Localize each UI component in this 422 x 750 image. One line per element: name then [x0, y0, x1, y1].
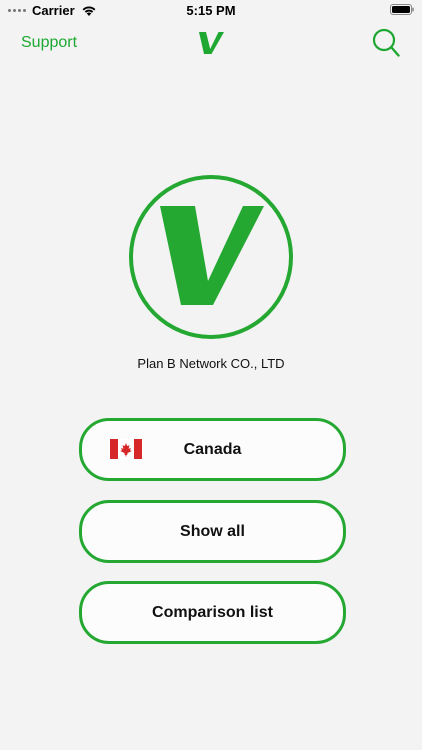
- comparison-list-button[interactable]: Comparison list: [79, 581, 346, 644]
- battery-icon: [390, 4, 414, 15]
- search-icon[interactable]: [372, 28, 400, 58]
- show-all-button[interactable]: Show all: [79, 500, 346, 563]
- comparison-list-label: Comparison list: [152, 603, 273, 621]
- company-name: Plan B Network CO., LTD: [137, 356, 285, 371]
- v-logo-icon: [199, 32, 224, 54]
- show-all-label: Show all: [180, 522, 245, 540]
- status-bar: Carrier 5:15 PM: [0, 0, 422, 22]
- canada-label: Canada: [183, 440, 242, 458]
- v-logo-large: [129, 175, 293, 339]
- canada-button[interactable]: Canada: [79, 418, 346, 481]
- canada-flag-icon: [110, 439, 142, 459]
- status-time: 5:15 PM: [186, 3, 236, 18]
- support-link[interactable]: Support: [21, 34, 77, 52]
